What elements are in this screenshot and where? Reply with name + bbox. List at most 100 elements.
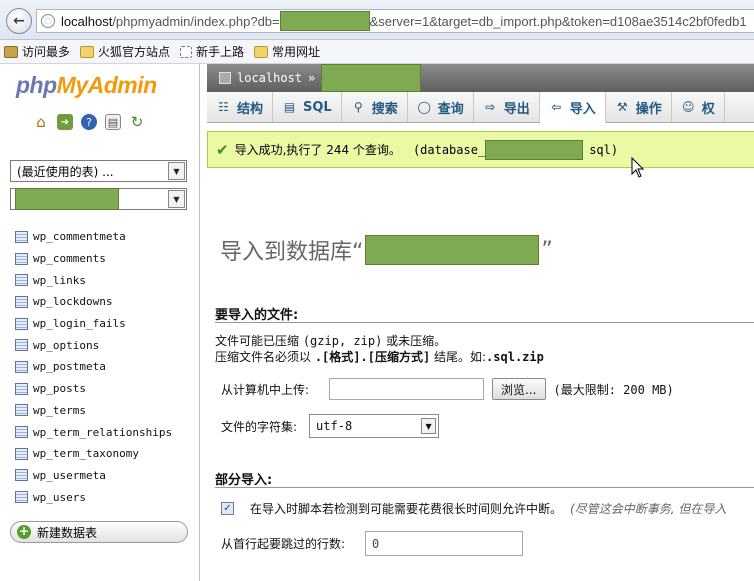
table-name[interactable]: wp_commentmeta: [33, 230, 126, 243]
tab-operations[interactable]: ⚒ 操作: [606, 92, 672, 122]
skip-rows-row: 从首行起要跳过的行数: 0: [221, 531, 524, 556]
tab-search[interactable]: ⚲ 搜索: [342, 92, 408, 122]
table-name[interactable]: wp_options: [33, 339, 99, 352]
bookmark-common-sites[interactable]: 常用网址: [254, 43, 320, 60]
phpmyadmin-logo[interactable]: phpMyAdmin: [16, 72, 157, 99]
recent-tables-select[interactable]: (最近使用的表) ... ▼: [10, 160, 187, 182]
list-item[interactable]: wp_commentmeta: [15, 226, 172, 248]
breadcrumb-server[interactable]: localhost: [237, 71, 302, 85]
navigation-panel: phpMyAdmin ⌂ ➜ ? ▤ ↻ (最近使用的表) ... ▼ ▼ wp…: [0, 64, 200, 581]
list-item[interactable]: wp_comments: [15, 248, 172, 270]
browse-button[interactable]: 浏览...: [492, 378, 546, 400]
tab-privileges[interactable]: ☺ 权: [672, 92, 725, 122]
table-name[interactable]: wp_comments: [33, 252, 106, 265]
success-file-suffix: sql): [589, 142, 619, 157]
table-icon: [15, 447, 28, 460]
table-name[interactable]: wp_links: [33, 274, 86, 287]
table-name[interactable]: wp_users: [33, 491, 86, 504]
skip-rows-input[interactable]: 0: [365, 531, 524, 556]
list-item[interactable]: wp_lockdowns: [15, 291, 172, 313]
reload-icon[interactable]: ↻: [129, 113, 145, 131]
compression-note: 文件可能已压缩 (gzip, zip) 或未压缩。 压缩文件名必须以 .[格式]…: [215, 333, 544, 365]
note-line-2: 压缩文件名必须以 .[格式].[压缩方式] 结尾。如:.sql.zip: [215, 349, 544, 365]
table-icon: [15, 360, 28, 373]
chevron-down-icon: ▼: [168, 162, 185, 180]
table-name[interactable]: wp_postmeta: [33, 360, 106, 373]
list-item[interactable]: wp_login_fails: [15, 313, 172, 335]
tab-export[interactable]: ⇨ 导出: [474, 92, 540, 122]
tab-label: 搜索: [371, 101, 398, 117]
table-name[interactable]: wp_term_taxonomy: [33, 447, 139, 460]
logo-myadmin: MyAdmin: [56, 72, 158, 98]
redacted-block: [321, 64, 422, 92]
list-item[interactable]: wp_term_relationships: [15, 421, 172, 443]
list-item[interactable]: wp_terms: [15, 400, 172, 422]
table-name[interactable]: wp_term_relationships: [33, 426, 172, 439]
list-item[interactable]: wp_options: [15, 334, 172, 356]
recent-tables-value: (最近使用的表) ...: [17, 164, 114, 179]
server-icon: [219, 72, 231, 84]
query-icon: ◯: [417, 100, 431, 114]
table-list: wp_commentmeta wp_comments wp_links wp_l…: [15, 226, 172, 508]
search-icon: ⚲: [353, 100, 363, 114]
table-name[interactable]: wp_posts: [33, 382, 86, 395]
tab-label: 查询: [437, 101, 464, 117]
home-icon[interactable]: ⌂: [33, 113, 49, 131]
note-text: 压缩文件名必须以: [215, 350, 315, 364]
folder-icon: [80, 45, 95, 58]
partial-import-row: ✓ 在导入时脚本若检测到可能需要花费很长时间则允许中断。 (尽管这会中断事务, …: [221, 500, 726, 517]
table-name[interactable]: wp_login_fails: [33, 317, 126, 330]
tab-import[interactable]: ⇦ 导入: [539, 92, 606, 123]
structure-icon: ☷: [218, 100, 229, 114]
new-table-button[interactable]: + 新建数据表: [10, 521, 188, 543]
new-table-label: 新建数据表: [37, 525, 98, 540]
success-message: ✔ 导入成功,执行了 244 个查询。 (database_ sql): [207, 131, 754, 168]
page-title-prefix: 导入到数据库“: [220, 240, 364, 265]
table-name[interactable]: wp_usermeta: [33, 469, 106, 482]
list-item[interactable]: wp_links: [15, 269, 172, 291]
allow-interrupt-label[interactable]: 在导入时脚本若检测到可能需要花费很长时间则允许中断。: [250, 500, 562, 517]
documentation-icon[interactable]: ▤: [105, 114, 121, 130]
tab-structure[interactable]: ☷ 结构: [207, 92, 274, 122]
folder-icon: [254, 45, 269, 58]
bookmark-most-visited[interactable]: 访问最多: [4, 43, 70, 60]
list-item[interactable]: wp_postmeta: [15, 356, 172, 378]
back-arrow-icon[interactable]: ←: [6, 8, 32, 34]
url-path: /phpmyadmin/index.php?db=: [112, 13, 280, 29]
bookmark-firefox-site[interactable]: 火狐官方站点: [80, 43, 170, 60]
page-title: 导入到数据库“ ”: [220, 234, 553, 266]
url-query: &server=1&target=db_import.php&token=d10…: [369, 13, 747, 29]
note-example: .sql.zip: [486, 350, 544, 364]
export-icon: ⇨: [485, 100, 496, 114]
allow-interrupt-checkbox[interactable]: ✓: [221, 502, 234, 515]
tab-query[interactable]: ◯ 查询: [408, 92, 474, 122]
url-field[interactable]: localhost /phpmyadmin/index.php?db= &ser…: [36, 9, 754, 33]
chevron-down-icon: ▼: [168, 190, 185, 208]
charset-label: 文件的字符集:: [221, 419, 298, 434]
bookmarks-bar: 访问最多 火狐官方站点 新手上路 常用网址: [0, 40, 754, 64]
logout-icon[interactable]: ➜: [57, 114, 73, 130]
list-item[interactable]: wp_posts: [15, 378, 172, 400]
logo-php: php: [16, 72, 57, 98]
help-icon[interactable]: ?: [81, 114, 97, 130]
charset-select[interactable]: utf-8 ▼: [309, 414, 440, 438]
note-text: 或未压缩。: [382, 334, 447, 348]
table-icon: [15, 469, 28, 482]
list-item[interactable]: wp_usermeta: [15, 465, 172, 487]
database-select[interactable]: ▼: [10, 188, 187, 210]
note-line-1: 文件可能已压缩 (gzip, zip) 或未压缩。: [215, 333, 544, 349]
table-icon: [15, 382, 28, 395]
table-icon: [15, 317, 28, 330]
list-item[interactable]: wp_term_taxonomy: [15, 443, 172, 465]
table-name[interactable]: wp_terms: [33, 404, 86, 417]
success-file-prefix: (database_: [412, 142, 486, 157]
note-text: 结尾。如:: [430, 350, 487, 364]
tab-label: 操作: [635, 101, 662, 117]
page-title-suffix: ”: [541, 237, 553, 263]
bookmark-getting-started[interactable]: 新手上路: [180, 43, 244, 60]
redacted-block: [485, 139, 584, 160]
table-name[interactable]: wp_lockdowns: [33, 295, 112, 308]
list-item[interactable]: wp_users: [15, 486, 172, 508]
tab-sql[interactable]: ▤ SQL: [273, 92, 342, 122]
file-path-field[interactable]: [329, 378, 485, 400]
